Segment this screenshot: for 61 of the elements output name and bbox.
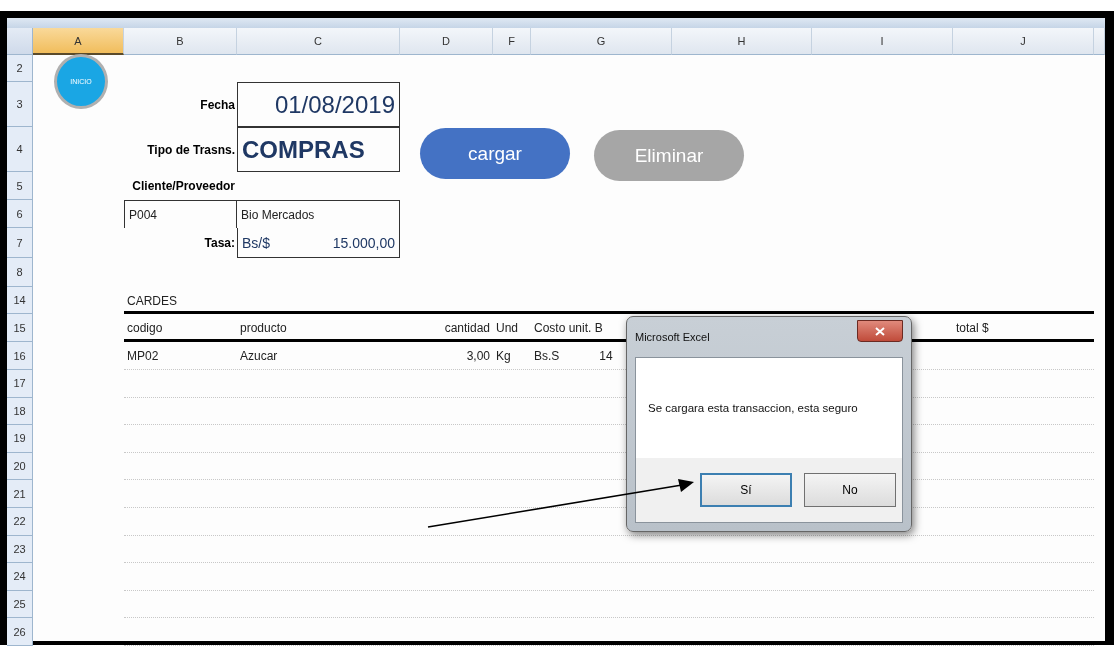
column-header[interactable]: H bbox=[672, 28, 812, 55]
column-heading: codigo bbox=[126, 321, 164, 335]
table-cell: 14 bbox=[599, 349, 613, 363]
dialog-button[interactable]: No bbox=[804, 473, 896, 507]
column-header[interactable]: F bbox=[493, 28, 531, 55]
row-header[interactable]: 2 bbox=[7, 55, 33, 82]
date-cell: 01/08/2019 bbox=[237, 82, 400, 127]
row-header[interactable]: 7 bbox=[7, 228, 33, 258]
dialog-button[interactable]: Sí bbox=[700, 473, 792, 507]
client-code-cell: P004 bbox=[124, 200, 237, 228]
row-header[interactable]: 8 bbox=[7, 258, 33, 287]
dialog-message: Se cargara esta transaccion, esta seguro bbox=[648, 402, 858, 414]
row-header[interactable]: 16 bbox=[7, 342, 33, 370]
rate-value: 15.000,00 bbox=[332, 234, 395, 251]
row-header[interactable]: 5 bbox=[7, 172, 33, 200]
table-title: CARDES bbox=[126, 293, 178, 308]
row-header[interactable]: 18 bbox=[7, 397, 33, 426]
table-cell-text: 3,00 bbox=[465, 349, 491, 363]
row-header[interactable]: 24 bbox=[7, 563, 33, 591]
column-header[interactable]: D bbox=[400, 28, 493, 55]
field-label: Tipo de Trasns. bbox=[147, 142, 236, 157]
row-header[interactable]: 15 bbox=[7, 314, 33, 342]
row-header[interactable]: 4 bbox=[7, 127, 33, 172]
select-all-corner[interactable] bbox=[7, 28, 33, 55]
row-header[interactable]: 19 bbox=[7, 425, 33, 453]
row-header[interactable]: 22 bbox=[7, 507, 33, 536]
table-cell-text: MP02 bbox=[126, 349, 160, 363]
column-heading: total $ bbox=[955, 321, 990, 335]
table-cell-text: Azucar bbox=[239, 349, 279, 363]
column-heading: cantidad bbox=[443, 321, 491, 335]
client-name-cell: Bio Mercados bbox=[237, 200, 400, 228]
column-header[interactable]: B bbox=[124, 28, 237, 55]
action-button[interactable]: cargar bbox=[420, 128, 570, 179]
column-heading: Und bbox=[495, 321, 519, 335]
row-header[interactable]: 26 bbox=[7, 618, 33, 646]
column-header[interactable]: I bbox=[812, 28, 953, 55]
close-button[interactable] bbox=[857, 320, 903, 342]
row-header[interactable]: 17 bbox=[7, 370, 33, 398]
field-label: Cliente/Proveedor bbox=[132, 179, 236, 193]
field-label: Tasa: bbox=[204, 236, 236, 250]
column-header[interactable]: J bbox=[953, 28, 1094, 55]
table-cell-text: Kg bbox=[495, 349, 512, 363]
column-header[interactable]: C bbox=[237, 28, 400, 55]
table-cell: Bs.S bbox=[534, 349, 560, 363]
type-cell: COMPRAS bbox=[237, 127, 400, 172]
field-label: Fecha bbox=[200, 97, 236, 112]
dialog-title: Microsoft Excel bbox=[635, 331, 710, 343]
column-heading: producto bbox=[239, 321, 288, 335]
column-header[interactable]: A bbox=[33, 28, 124, 55]
column-header[interactable] bbox=[1094, 28, 1105, 55]
row-header[interactable]: 21 bbox=[7, 480, 33, 508]
row-header[interactable]: 25 bbox=[7, 590, 33, 619]
column-heading: Costo unit. B bbox=[533, 321, 604, 335]
row-header[interactable]: 3 bbox=[7, 82, 33, 127]
row-header[interactable]: 6 bbox=[7, 200, 33, 228]
currency-text: Bs/$ bbox=[242, 234, 270, 251]
row-header[interactable]: 20 bbox=[7, 452, 33, 481]
row-header[interactable]: 23 bbox=[7, 535, 33, 564]
column-header[interactable]: G bbox=[531, 28, 672, 55]
close-icon bbox=[875, 326, 885, 336]
row-header[interactable]: 14 bbox=[7, 287, 33, 314]
